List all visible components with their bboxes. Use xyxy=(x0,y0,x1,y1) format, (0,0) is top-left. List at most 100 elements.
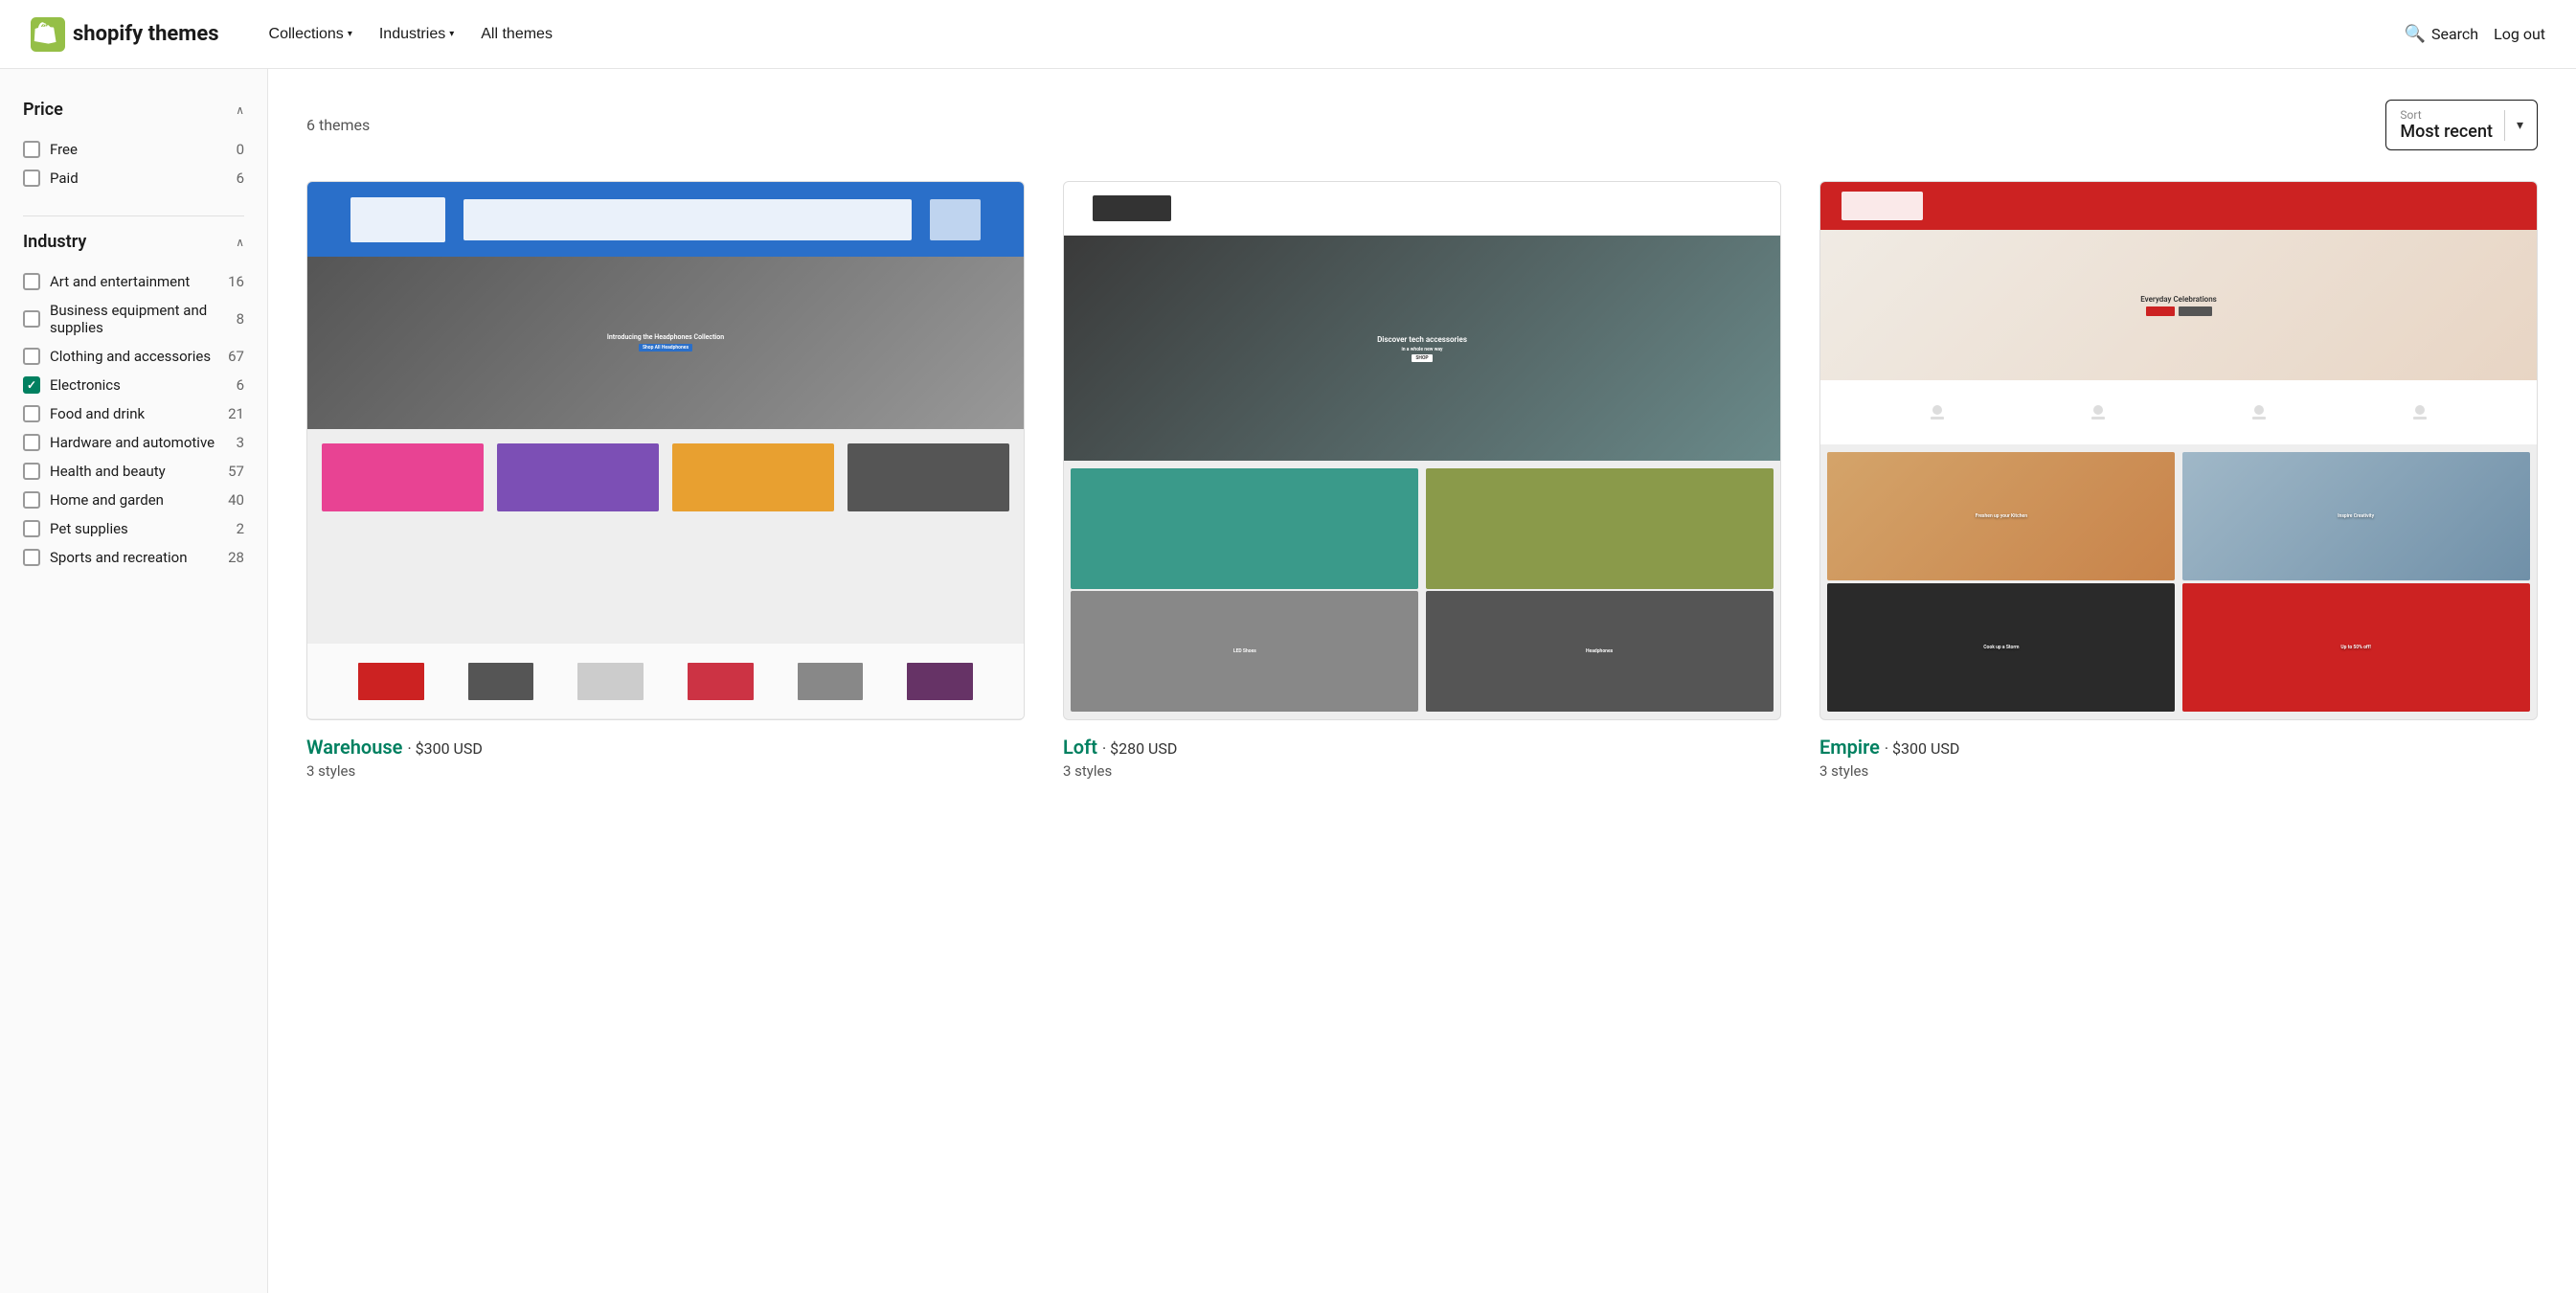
themes-count: 6 themes xyxy=(306,116,370,134)
pet-label: Pet supplies xyxy=(50,520,227,537)
warehouse-hero: Introducing the Headphones CollectionSho… xyxy=(307,257,1024,428)
empire-info: Empire · $300 USD 3 styles xyxy=(1819,736,2538,780)
sort-label: Sort xyxy=(2400,108,2493,122)
loft-cell-2 xyxy=(1426,468,1774,589)
clothing-label: Clothing and accessories xyxy=(50,348,218,365)
navbar: S shopify themes Collections ▾ Industrie… xyxy=(0,0,2576,69)
collections-chevron-icon: ▾ xyxy=(348,29,352,39)
home-count: 40 xyxy=(228,491,244,509)
loft-price: · $280 USD xyxy=(1102,739,1177,758)
loft-cell-1 xyxy=(1071,468,1418,589)
price-chevron-icon[interactable]: ∧ xyxy=(236,103,244,117)
sidebar: Price ∧ Free 0 Paid 6 Industry ∧ xyxy=(0,69,268,1293)
paid-label: Paid xyxy=(50,170,227,187)
empire-preview: Everyday Celebrations xyxy=(1819,181,2538,720)
price-filter-header: Price ∧ xyxy=(23,100,244,120)
warehouse-name-price: Warehouse · $300 USD xyxy=(306,736,1025,759)
loft-cell-3: LED Shoes xyxy=(1071,591,1418,712)
nav-industries[interactable]: Industries ▾ xyxy=(368,18,465,51)
filter-art[interactable]: Art and entertainment 16 xyxy=(23,267,244,296)
search-button[interactable]: 🔍 Search xyxy=(2405,24,2479,44)
loft-preview-inner: Discover tech accessoriesin a whole new … xyxy=(1064,182,1780,719)
health-checkbox[interactable] xyxy=(23,463,40,480)
empire-icon-2 xyxy=(2091,405,2105,420)
theme-card-loft[interactable]: Discover tech accessoriesin a whole new … xyxy=(1063,181,1781,780)
business-label: Business equipment and supplies xyxy=(50,302,227,336)
logout-button[interactable]: Log out xyxy=(2494,25,2545,43)
logo[interactable]: S shopify themes xyxy=(31,17,219,52)
empire-hero: Everyday Celebrations xyxy=(1820,230,2537,380)
theme-card-empire[interactable]: Everyday Celebrations xyxy=(1819,181,2538,780)
filter-business[interactable]: Business equipment and supplies 8 xyxy=(23,296,244,342)
industry-filter-title: Industry xyxy=(23,232,86,252)
electronics-count: 6 xyxy=(237,376,244,394)
warehouse-brands xyxy=(307,644,1024,718)
clothing-checkbox[interactable] xyxy=(23,348,40,365)
business-checkbox[interactable] xyxy=(23,310,40,328)
loft-cell-4: Headphones xyxy=(1426,591,1774,712)
filter-free[interactable]: Free 0 xyxy=(23,135,244,164)
empire-preview-inner: Everyday Celebrations xyxy=(1820,182,2537,719)
empire-section-2-label: Inspire Creativity xyxy=(2338,513,2374,519)
loft-name-link[interactable]: Loft xyxy=(1063,736,1102,759)
hardware-checkbox[interactable] xyxy=(23,434,40,451)
warehouse-name-link[interactable]: Warehouse xyxy=(306,736,407,759)
home-checkbox[interactable] xyxy=(23,491,40,509)
empire-header xyxy=(1820,182,2537,230)
loft-info: Loft · $280 USD 3 styles xyxy=(1063,736,1781,780)
warehouse-hero-text: Introducing the Headphones CollectionSho… xyxy=(535,333,796,352)
empire-section-1: Freshen up your Kitchen xyxy=(1827,452,2175,580)
filter-health[interactable]: Health and beauty 57 xyxy=(23,457,244,486)
sort-value: Most recent xyxy=(2400,122,2493,142)
art-label: Art and entertainment xyxy=(50,273,218,290)
empire-price: · $300 USD xyxy=(1885,739,1959,758)
theme-card-warehouse[interactable]: Introducing the Headphones CollectionSho… xyxy=(306,181,1025,780)
filter-home[interactable]: Home and garden 40 xyxy=(23,486,244,514)
filter-sports[interactable]: Sports and recreation 28 xyxy=(23,543,244,572)
empire-section-3-label: Cook up a Storm xyxy=(1983,645,2019,650)
cat-3 xyxy=(672,443,834,511)
nav-right: 🔍 Search Log out xyxy=(2405,24,2545,44)
warehouse-preview: Introducing the Headphones CollectionSho… xyxy=(306,181,1025,720)
empire-name-link[interactable]: Empire xyxy=(1819,736,1885,759)
filter-hardware[interactable]: Hardware and automotive 3 xyxy=(23,428,244,457)
filter-food[interactable]: Food and drink 21 xyxy=(23,399,244,428)
svg-text:S: S xyxy=(42,27,53,45)
warehouse-cart-icon xyxy=(930,199,981,240)
health-label: Health and beauty xyxy=(50,463,218,480)
sports-checkbox[interactable] xyxy=(23,549,40,566)
free-checkbox[interactable] xyxy=(23,141,40,158)
paid-checkbox[interactable] xyxy=(23,170,40,187)
health-count: 57 xyxy=(228,463,244,480)
industries-chevron-icon: ▾ xyxy=(449,29,454,39)
sort-control[interactable]: Sort Most recent ▾ xyxy=(2385,100,2538,150)
hardware-label: Hardware and automotive xyxy=(50,434,227,451)
hardware-count: 3 xyxy=(237,434,244,451)
pet-checkbox[interactable] xyxy=(23,520,40,537)
filter-clothing[interactable]: Clothing and accessories 67 xyxy=(23,342,244,371)
brand-1 xyxy=(358,663,424,700)
warehouse-header xyxy=(307,182,1024,257)
empire-logo-icon xyxy=(1842,192,1922,220)
industry-chevron-icon[interactable]: ∧ xyxy=(236,236,244,249)
clothing-count: 67 xyxy=(228,348,244,365)
warehouse-logo-icon xyxy=(350,197,445,242)
cat-4 xyxy=(847,443,1009,511)
electronics-label: Electronics xyxy=(50,376,227,394)
main-header: 6 themes Sort Most recent ▾ xyxy=(306,100,2538,150)
empire-icon-1-label xyxy=(1931,417,1944,420)
cat-1 xyxy=(322,443,484,511)
nav-collections[interactable]: Collections ▾ xyxy=(258,18,364,51)
nav-all-themes[interactable]: All themes xyxy=(469,18,564,51)
empire-icon-1-circle xyxy=(1932,405,1942,415)
empire-icon-1 xyxy=(1931,405,1944,420)
filter-electronics[interactable]: Electronics 6 xyxy=(23,371,244,399)
filter-pet[interactable]: Pet supplies 2 xyxy=(23,514,244,543)
food-checkbox[interactable] xyxy=(23,405,40,422)
electronics-checkbox[interactable] xyxy=(23,376,40,394)
empire-icons-row xyxy=(1820,380,2537,444)
empire-section-2: Inspire Creativity xyxy=(2182,452,2530,580)
empire-styles: 3 styles xyxy=(1819,762,2538,780)
art-checkbox[interactable] xyxy=(23,273,40,290)
filter-paid[interactable]: Paid 6 xyxy=(23,164,244,193)
